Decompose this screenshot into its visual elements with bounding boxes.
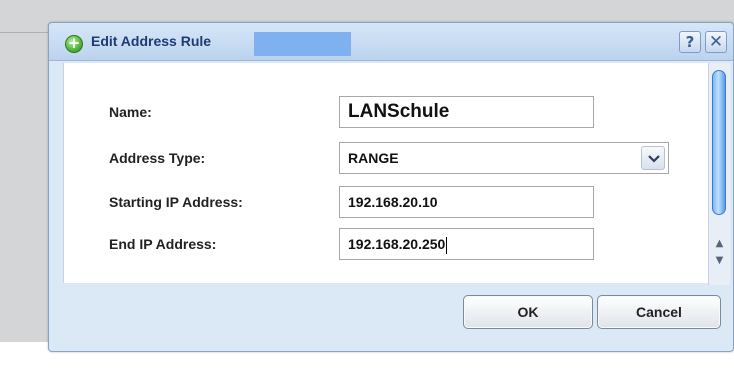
redacted-area: [254, 32, 351, 56]
start-ip-input[interactable]: 192.168.20.10: [339, 186, 594, 218]
form-panel: Name: LANSchule Address Type: RANGE Star…: [63, 63, 708, 283]
dialog-title: Edit Address Rule: [91, 33, 212, 49]
address-type-value: RANGE: [348, 150, 399, 166]
start-ip-label: Starting IP Address:: [109, 194, 243, 210]
vertical-scrollbar[interactable]: ▲ ▼: [708, 63, 730, 285]
end-ip-label: End IP Address:: [109, 236, 217, 252]
name-input[interactable]: LANSchule: [339, 96, 594, 128]
dialog-footer: OK Cancel: [49, 285, 733, 353]
scroll-down-icon[interactable]: ▼: [712, 253, 727, 268]
text-cursor: [446, 236, 448, 254]
ok-button[interactable]: OK: [463, 295, 593, 329]
dialog-titlebar[interactable]: + Edit Address Rule ? ✕: [49, 23, 733, 61]
end-ip-input[interactable]: 192.168.20.250: [339, 228, 594, 260]
name-label: Name:: [109, 104, 152, 120]
add-icon: +: [65, 35, 83, 53]
end-ip-value: 192.168.20.250: [348, 236, 446, 252]
close-button[interactable]: ✕: [705, 31, 727, 53]
address-type-select[interactable]: RANGE: [339, 142, 669, 174]
chevron-down-icon[interactable]: [641, 146, 665, 170]
cancel-button[interactable]: Cancel: [597, 295, 721, 329]
scrollbar-thumb[interactable]: [712, 70, 726, 215]
scroll-up-icon[interactable]: ▲: [712, 236, 727, 251]
help-button[interactable]: ?: [679, 31, 701, 53]
edit-address-rule-dialog: + Edit Address Rule ? ✕ Name: LANSchule …: [48, 22, 734, 352]
address-type-label: Address Type:: [109, 150, 206, 166]
